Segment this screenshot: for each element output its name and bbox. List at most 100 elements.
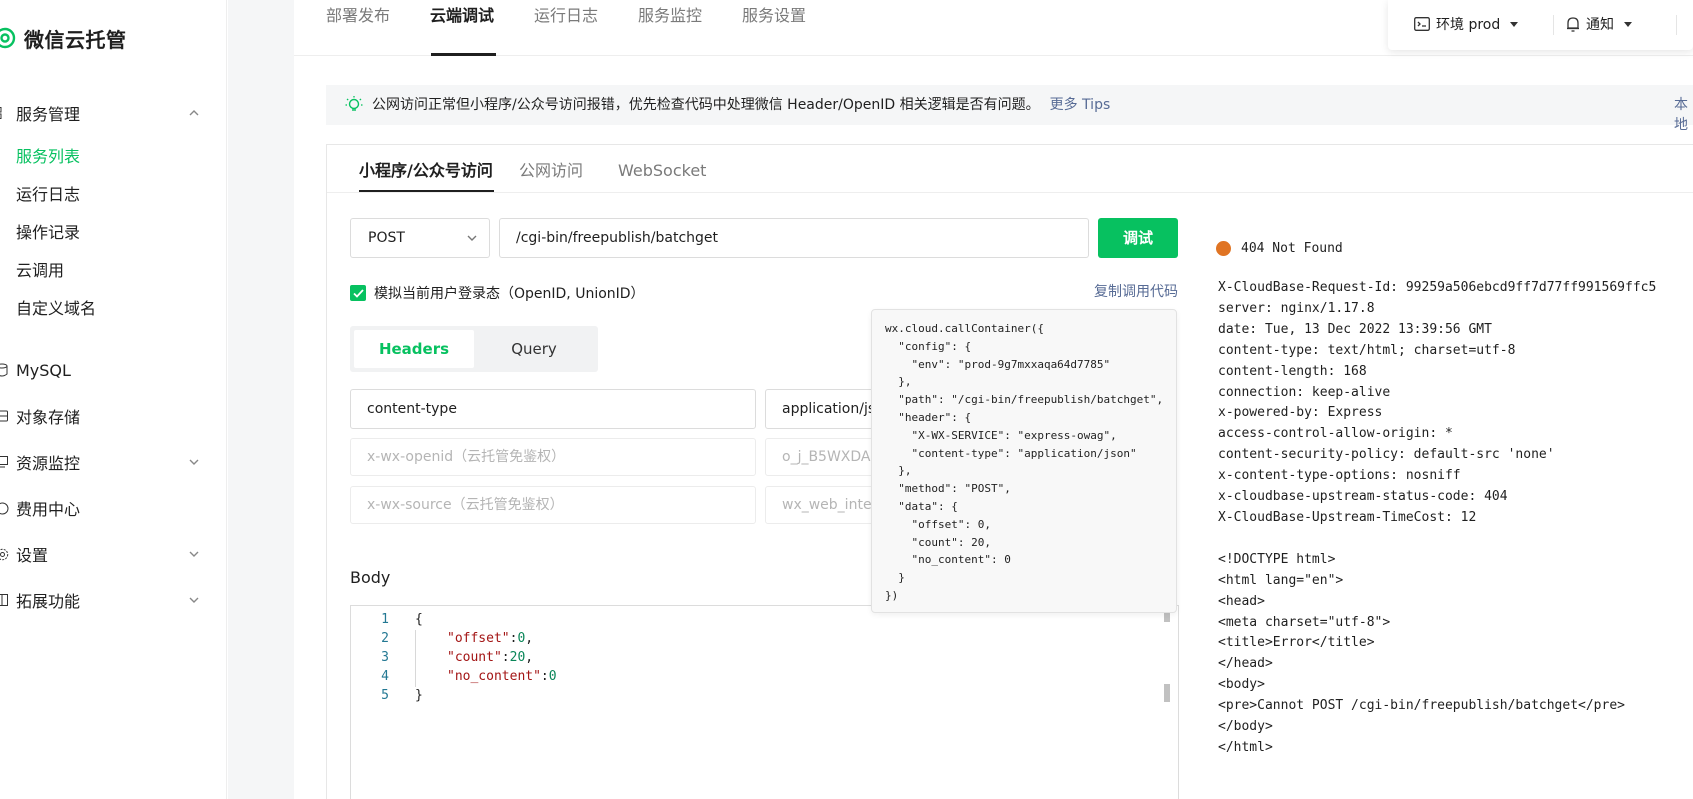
code-line: "no_content":0: [447, 669, 557, 684]
code-line: }: [415, 688, 423, 703]
active-subtab-indicator: [359, 190, 494, 192]
json-value: 20: [509, 650, 526, 665]
response-status: 404 Not Found: [1216, 241, 1343, 256]
tab-service-settings[interactable]: 服务设置: [742, 5, 806, 27]
extension-icon: [0, 592, 10, 608]
tips-message: 公网访问正常但小程序/公众号访问报错，优先检查代码中处理微信 Header/Op…: [372, 97, 1040, 113]
sidebar-group-service-management[interactable]: 服务管理: [0, 101, 210, 125]
sidebar-group-billing[interactable]: 费用中心: [0, 496, 210, 520]
tab-headers[interactable]: Headers: [354, 330, 474, 368]
sidebar-item-cloud-call[interactable]: 云调用: [16, 260, 64, 282]
env-selector[interactable]: 环境 prod: [1414, 14, 1519, 34]
sidebar-group-label: 资源监控: [16, 454, 81, 473]
caret-down-icon: [1510, 21, 1519, 27]
sidebar-group-resource-monitor[interactable]: 资源监控: [0, 450, 210, 474]
tab-websocket[interactable]: WebSocket: [618, 160, 706, 182]
tab-service-monitor[interactable]: 服务监控: [638, 5, 702, 27]
local-debug-link[interactable]: 本地: [1674, 95, 1693, 135]
response-status-text: 404 Not Found: [1241, 241, 1343, 256]
json-key: "no_content": [447, 669, 541, 684]
more-tips-link[interactable]: 更多 Tips: [1050, 97, 1111, 113]
body-label: Body: [350, 568, 391, 587]
tips-text: 公网访问正常但小程序/公众号访问报错，优先检查代码中处理微信 Header/Op…: [372, 95, 1110, 115]
indent-guide: [415, 630, 416, 687]
simulate-login-checkbox-row[interactable]: 模拟当前用户登录态（OpenID, UnionID）: [350, 283, 645, 303]
bell-icon: [1567, 17, 1579, 32]
chevron-down-icon: [189, 551, 199, 557]
wechat-cloud-logo-icon: [0, 27, 16, 49]
monitor-icon: [0, 454, 10, 470]
env-label: 环境 prod: [1436, 17, 1501, 33]
sidebar-group-label: 对象存储: [16, 408, 81, 427]
json-value: 0: [548, 669, 557, 684]
layout-gutter: [228, 0, 294, 799]
code-line: "count":20,: [447, 650, 534, 665]
sidebar-item-operation-log[interactable]: 操作记录: [16, 222, 80, 244]
sidebar-group-label: 拓展功能: [16, 592, 81, 611]
json-key: "count": [447, 650, 502, 665]
tab-public-access[interactable]: 公网访问: [519, 160, 583, 182]
billing-icon: [0, 500, 10, 516]
tab-cloud-debug[interactable]: 云端调试: [430, 5, 494, 27]
sidebar-group-settings[interactable]: 设置: [0, 542, 210, 566]
line-number: 5: [381, 688, 389, 703]
simulate-login-label: 模拟当前用户登录态（OpenID, UnionID）: [374, 286, 645, 302]
chevron-up-icon: [189, 110, 199, 116]
param-tabs: Headers Query: [350, 326, 598, 372]
json-value: 0: [517, 631, 526, 646]
notice-button[interactable]: 通知: [1566, 14, 1632, 34]
path-input[interactable]: /cgi-bin/freepublish/batchget: [499, 218, 1089, 258]
method-select[interactable]: POST: [350, 218, 490, 258]
sidebar-item-run-log[interactable]: 运行日志: [16, 184, 80, 206]
header-value-input[interactable]: o_j_B5WXDAb: [765, 438, 875, 476]
database-icon: [0, 362, 10, 378]
notice-label: 通知: [1586, 17, 1614, 33]
header-key-input[interactable]: x-wx-source（云托管免鉴权）: [350, 486, 756, 524]
line-number: 1: [381, 612, 389, 627]
sidebar: 微信云托管 服务管理 服务列表 运行日志 操作记录 云调用 自定义域名 MySQ…: [0, 0, 227, 799]
sidebar-group-label: 服务管理: [16, 105, 81, 124]
checkbox-checked-icon[interactable]: [350, 285, 366, 301]
sidebar-group-object-storage[interactable]: 对象存储: [0, 404, 210, 428]
sidebar-group-label: MySQL: [16, 360, 71, 380]
copy-call-code-link[interactable]: 复制调用代码: [1094, 283, 1178, 301]
code-line: {: [415, 612, 423, 627]
header-value-input[interactable]: wx_web_interna: [765, 486, 875, 524]
scrollbar-thumb[interactable]: [1164, 684, 1170, 702]
header-key-input[interactable]: content-type: [350, 389, 756, 429]
active-tab-indicator: [431, 53, 496, 56]
sidebar-group-extensions[interactable]: 拓展功能: [0, 588, 210, 612]
header-value-input[interactable]: application/json: [765, 389, 875, 429]
storage-icon: [0, 408, 10, 424]
access-type-tabs: 小程序/公众号访问 公网访问 WebSocket: [327, 145, 1693, 193]
method-value: POST: [368, 230, 405, 246]
chevron-down-icon: [467, 235, 477, 241]
header-key-input[interactable]: x-wx-openid（云托管免鉴权）: [350, 438, 756, 476]
call-code: wx.cloud.callContainer({ "config": { "en…: [885, 322, 1164, 602]
tips-banner: 公网访问正常但小程序/公众号访问报错，优先检查代码中处理微信 Header/Op…: [326, 85, 1693, 133]
brand-name: 微信云托管: [24, 27, 127, 52]
gear-icon: [0, 546, 10, 562]
chevron-down-icon: [189, 597, 199, 603]
response-body: X-CloudBase-Request-Id: 99259a506ebcd9ff…: [1218, 280, 1657, 755]
tab-run-log[interactable]: 运行日志: [534, 5, 598, 27]
sidebar-group-mysql[interactable]: MySQL: [0, 358, 210, 382]
sidebar-group-label: 费用中心: [16, 500, 81, 519]
brand[interactable]: 微信云托管: [0, 24, 127, 52]
lightbulb-icon: [345, 96, 363, 111]
sidebar-group-label: 设置: [16, 546, 49, 565]
debug-button[interactable]: 调试: [1098, 218, 1178, 258]
env-notice-card: 环境 prod 通知: [1388, 0, 1693, 50]
body-code-editor[interactable]: 1 2 3 4 5 { "offset":0, "count":20, "no_…: [350, 605, 1179, 799]
status-dot-icon: [1216, 241, 1231, 256]
tab-query[interactable]: Query: [474, 330, 594, 368]
divider: [1553, 15, 1554, 35]
json-key: "offset": [447, 631, 510, 646]
environment-icon: [1414, 17, 1430, 31]
divider: [1676, 15, 1677, 35]
chevron-down-icon: [189, 459, 199, 465]
sidebar-item-service-list[interactable]: 服务列表: [16, 146, 80, 168]
tab-miniprogram-access[interactable]: 小程序/公众号访问: [359, 160, 493, 182]
tab-deploy[interactable]: 部署发布: [326, 5, 390, 27]
sidebar-item-custom-domain[interactable]: 自定义域名: [16, 298, 96, 320]
